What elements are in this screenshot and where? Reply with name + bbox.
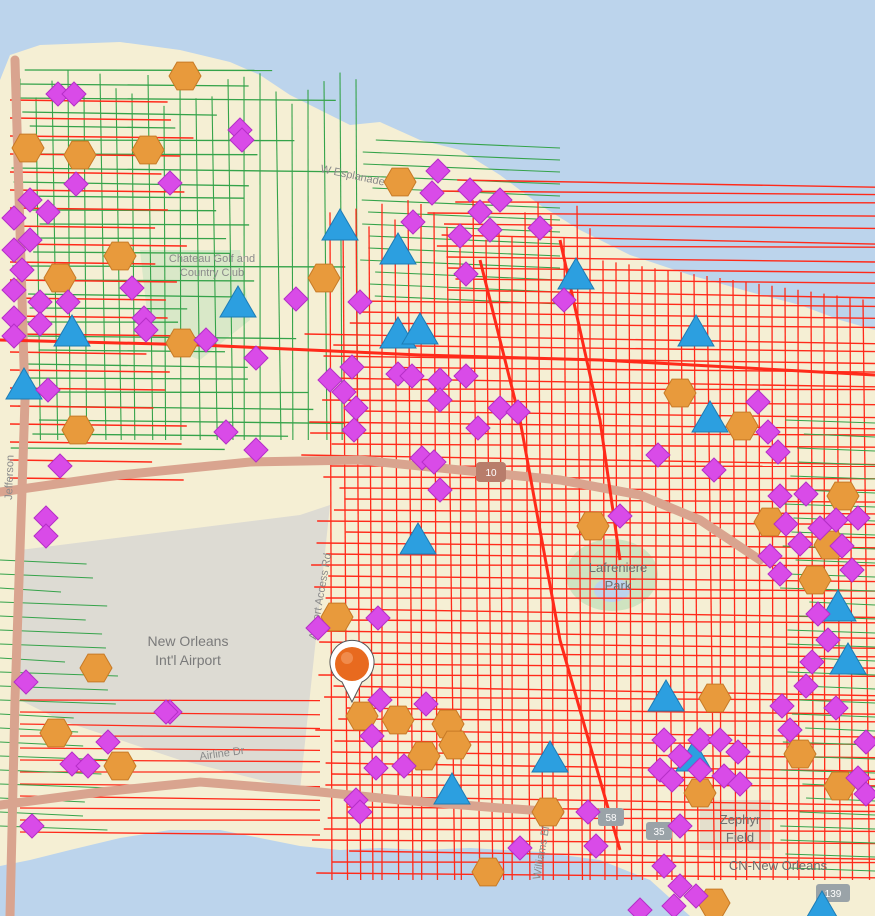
network-segment [17,391,309,394]
shield-58-label: 58 [605,813,617,824]
route-35-shield: 35 [646,822,672,840]
interstate-10-shield: 10 [476,462,506,482]
airport-label-line1: New Orleans [148,633,229,649]
map-canvas[interactable]: New Orleans Int'l Airport Lafreniere Par… [0,0,875,916]
network-segment [455,201,875,204]
airport-label-line2: Int'l Airport [155,652,221,668]
network-segment [29,307,188,310]
route-58-shield: 58 [598,808,624,826]
shield-35-label: 35 [653,827,665,838]
network-segment [343,388,875,391]
golf-label-line1: Chateau Golf and [169,253,255,265]
field-label-line1: Zephyr [720,812,761,827]
park-label-line1: Lafreniere [589,560,648,575]
network-segment [719,277,722,881]
jefferson-label: Jefferson [3,455,17,500]
park-label-line2: Park [605,578,632,593]
cn-label: CN-New Orleans [729,858,828,873]
network-segment [26,237,227,240]
field-label-line2: Field [726,830,754,845]
shield-10-label: 10 [485,468,497,479]
network-segment [797,289,800,881]
shield-139-label: 139 [825,889,842,900]
golf-label-line2: Country Club [180,267,244,279]
